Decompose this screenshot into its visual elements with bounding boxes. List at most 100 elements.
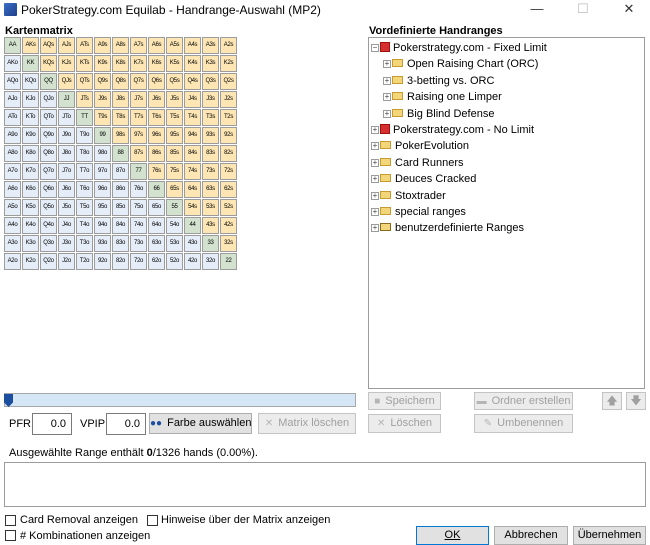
matrix-cell-jj[interactable]: JJ [58, 91, 75, 108]
expand-icon[interactable]: + [371, 191, 379, 200]
matrix-cell-a6o[interactable]: A6o [4, 181, 21, 198]
matrix-cell-ajs[interactable]: AJs [58, 37, 75, 54]
tree-item[interactable]: + benutzerdefinierte Ranges [369, 220, 644, 236]
matrix-cell-aqo[interactable]: AQo [4, 73, 21, 90]
matrix-cell-52o[interactable]: 52o [166, 253, 183, 270]
matrix-cell-64s[interactable]: 64s [184, 181, 201, 198]
matrix-cell-83s[interactable]: 83s [202, 145, 219, 162]
matrix-cell-97s[interactable]: 97s [130, 127, 147, 144]
matrix-cell-87s[interactable]: 87s [130, 145, 147, 162]
matrix-cell-t3s[interactable]: T3s [202, 109, 219, 126]
choose-color-button[interactable]: ●● Farbe auswählen [149, 413, 252, 434]
matrix-cell-t7s[interactable]: T7s [130, 109, 147, 126]
matrix-cell-82o[interactable]: 82o [112, 253, 129, 270]
matrix-cell-66[interactable]: 66 [148, 181, 165, 198]
matrix-cell-t5s[interactable]: T5s [166, 109, 183, 126]
close-button[interactable]: ✕ [606, 0, 650, 20]
matrix-cell-52s[interactable]: 52s [220, 199, 237, 216]
matrix-cell-65o[interactable]: 65o [148, 199, 165, 216]
matrix-cell-q8s[interactable]: Q8s [112, 73, 129, 90]
matrix-cell-k4o[interactable]: K4o [22, 217, 39, 234]
matrix-cell-a7o[interactable]: A7o [4, 163, 21, 180]
matrix-cell-k6o[interactable]: K6o [22, 181, 39, 198]
matrix-cell-43s[interactable]: 43s [202, 217, 219, 234]
matrix-cell-kjo[interactable]: KJo [22, 91, 39, 108]
matrix-cell-75o[interactable]: 75o [130, 199, 147, 216]
matrix-cell-96s[interactable]: 96s [148, 127, 165, 144]
expand-icon[interactable]: + [371, 208, 379, 216]
matrix-cell-jts[interactable]: JTs [76, 91, 93, 108]
matrix-cell-j3o[interactable]: J3o [58, 235, 75, 252]
matrix-cell-64o[interactable]: 64o [148, 217, 165, 234]
matrix-cell-j9s[interactable]: J9s [94, 91, 111, 108]
matrix-cell-83o[interactable]: 83o [112, 235, 129, 252]
matrix-cell-92o[interactable]: 92o [94, 253, 111, 270]
matrix-cell-q7o[interactable]: Q7o [40, 163, 57, 180]
tree-item[interactable]: + Card Runners [369, 155, 644, 171]
create-folder-button[interactable]: ▬ Ordner erstellen [474, 392, 573, 410]
matrix-cell-j9o[interactable]: J9o [58, 127, 75, 144]
matrix-cell-94s[interactable]: 94s [184, 127, 201, 144]
matrix-cell-j4o[interactable]: J4o [58, 217, 75, 234]
matrix-cell-j4s[interactable]: J4s [184, 91, 201, 108]
maximize-button[interactable]: ☐ [560, 0, 606, 20]
matrix-cell-jto[interactable]: JTo [58, 109, 75, 126]
matrix-cell-t8s[interactable]: T8s [112, 109, 129, 126]
rename-button[interactable]: ✎ Umbenennen [474, 414, 573, 433]
matrix-cell-j6o[interactable]: J6o [58, 181, 75, 198]
matrix-cell-q3o[interactable]: Q3o [40, 235, 57, 252]
matrix-cell-54s[interactable]: 54s [184, 199, 201, 216]
expand-icon[interactable]: + [383, 109, 391, 118]
tree-item[interactable]: + Big Blind Defense [369, 106, 644, 122]
matrix-cell-k5s[interactable]: K5s [166, 55, 183, 72]
matrix-cell-97o[interactable]: 97o [94, 163, 111, 180]
matrix-cell-76s[interactable]: 76s [148, 163, 165, 180]
range-slider-track[interactable] [4, 393, 356, 407]
matrix-cell-t8o[interactable]: T8o [76, 145, 93, 162]
matrix-cell-88[interactable]: 88 [112, 145, 129, 162]
matrix-cell-kqo[interactable]: KQo [22, 73, 39, 90]
matrix-cell-q2o[interactable]: Q2o [40, 253, 57, 270]
matrix-cell-a4o[interactable]: A4o [4, 217, 21, 234]
delete-button[interactable]: ✕ Löschen [368, 414, 441, 433]
matrix-cell-a3o[interactable]: A3o [4, 235, 21, 252]
tree-item[interactable]: + Raising one Limper [369, 89, 644, 105]
ok-button[interactable]: OK [416, 526, 489, 545]
expand-icon[interactable]: + [371, 142, 379, 151]
matrix-cell-72o[interactable]: 72o [130, 253, 147, 270]
matrix-cell-93s[interactable]: 93s [202, 127, 219, 144]
expand-icon[interactable]: + [383, 76, 391, 85]
matrix-cell-tt[interactable]: TT [76, 109, 93, 126]
matrix-cell-a7s[interactable]: A7s [130, 37, 147, 54]
matrix-cell-85s[interactable]: 85s [166, 145, 183, 162]
tree-item[interactable]: − Pokerstrategy.com - Fixed Limit [369, 40, 644, 56]
matrix-cell-95s[interactable]: 95s [166, 127, 183, 144]
matrix-cell-t2s[interactable]: T2s [220, 109, 237, 126]
matrix-cell-a6s[interactable]: A6s [148, 37, 165, 54]
matrix-cell-k9o[interactable]: K9o [22, 127, 39, 144]
matrix-cell-a5s[interactable]: A5s [166, 37, 183, 54]
matrix-cell-a4s[interactable]: A4s [184, 37, 201, 54]
matrix-cell-k3s[interactable]: K3s [202, 55, 219, 72]
matrix-cell-33[interactable]: 33 [202, 235, 219, 252]
matrix-cell-73s[interactable]: 73s [202, 163, 219, 180]
matrix-cell-k4s[interactable]: K4s [184, 55, 201, 72]
matrix-cell-86s[interactable]: 86s [148, 145, 165, 162]
matrix-cell-t3o[interactable]: T3o [76, 235, 93, 252]
matrix-cell-42s[interactable]: 42s [220, 217, 237, 234]
range-text-field[interactable] [4, 462, 646, 507]
matrix-cell-j5s[interactable]: J5s [166, 91, 183, 108]
matrix-cell-kqs[interactable]: KQs [40, 55, 57, 72]
matrix-cell-k2o[interactable]: K2o [22, 253, 39, 270]
matrix-cell-qq[interactable]: QQ [40, 73, 57, 90]
matrix-cell-54o[interactable]: 54o [166, 217, 183, 234]
matrix-cell-q4s[interactable]: Q4s [184, 73, 201, 90]
matrix-cell-k7s[interactable]: K7s [130, 55, 147, 72]
matrix-cell-k5o[interactable]: K5o [22, 199, 39, 216]
minimize-button[interactable]: — [514, 0, 560, 20]
matrix-cell-63o[interactable]: 63o [148, 235, 165, 252]
matrix-cell-k2s[interactable]: K2s [220, 55, 237, 72]
matrix-cell-87o[interactable]: 87o [112, 163, 129, 180]
matrix-cell-j2o[interactable]: J2o [58, 253, 75, 270]
matrix-cell-a2s[interactable]: A2s [220, 37, 237, 54]
